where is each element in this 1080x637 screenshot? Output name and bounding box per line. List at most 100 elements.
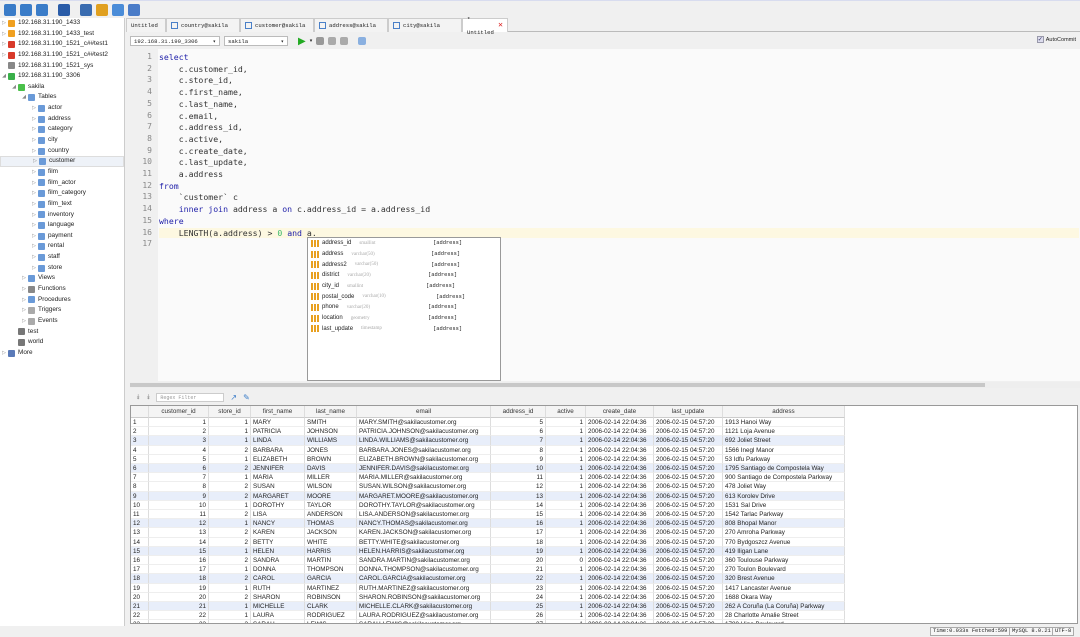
cell-active[interactable]: 1 (546, 537, 586, 547)
cell-last_name[interactable]: CLARK (305, 602, 357, 612)
cell-customer_id[interactable]: 8 (149, 482, 209, 492)
cell-first_name[interactable]: BARBARA (251, 445, 305, 455)
cell-email[interactable]: LISA.ANDERSON@sakilacustomer.org (357, 510, 491, 520)
cell-address[interactable]: 1531 Sal Drive (723, 500, 845, 510)
table-row[interactable]: 20 20 2 SHARON ROBINSON SHARON.ROBINSON@sakil… (131, 592, 845, 602)
expand-arrow-icon[interactable]: ▷ (30, 231, 38, 242)
cell-address_id[interactable]: 17 (491, 528, 546, 538)
cell-active[interactable]: 1 (546, 510, 586, 520)
cell-address_id[interactable]: 25 (491, 602, 546, 612)
filter-down-icon[interactable]: ⯯ (136, 394, 140, 402)
cell-customer_id[interactable]: 4 (149, 445, 209, 455)
cell-email[interactable]: HELEN.HARRIS@sakilacustomer.org (357, 546, 491, 556)
table-row[interactable]: 6 6 2 JENNIFER DAVIS JENNIFER.DAVIS@sakilacus… (131, 464, 845, 474)
cell-last_update[interactable]: 2006-02-15 04:57:20 (654, 565, 723, 575)
cell-active[interactable]: 1 (546, 592, 586, 602)
cell-last_update[interactable]: 2006-02-15 04:57:20 (654, 473, 723, 483)
autocomplete-item[interactable]: phone varchar(20) [address] (308, 302, 500, 313)
table-row[interactable]: 15 15 1 HELEN HARRIS HELEN.HARRIS@sakilacusto… (131, 546, 845, 556)
tree-node-192-168-31-190-3306[interactable]: ◢ 192.168.31.190_3306 (0, 71, 124, 82)
tree-node-192-168-31-190-1521-sys[interactable]: 192.168.31.190_1521_sys (0, 61, 124, 72)
cell-address[interactable]: 1795 Santiago de Compostela Way (723, 464, 845, 474)
expand-arrow-icon[interactable]: ▷ (30, 167, 38, 178)
cell-customer_id[interactable]: 11 (149, 510, 209, 520)
expand-arrow-icon[interactable]: ▷ (30, 241, 38, 252)
tree-node-sakila[interactable]: ◢ sakila (0, 82, 124, 93)
cell-create_date[interactable]: 2006-02-14 22:04:36 (586, 556, 654, 566)
cell-active[interactable]: 1 (546, 445, 586, 455)
tree-node-192-168-31-190-1433[interactable]: ▷ 192.168.31.190_1433 (0, 18, 124, 29)
cell-address[interactable]: 808 Bhopal Manor (723, 519, 845, 529)
cell-active[interactable]: 1 (546, 418, 586, 428)
cell-address[interactable]: 419 Iligan Lane (723, 546, 845, 556)
cell-last_name[interactable]: MARTINEZ (305, 583, 357, 593)
cell-create_date[interactable]: 2006-02-14 22:04:36 (586, 436, 654, 446)
cell-last_name[interactable]: SMITH (305, 418, 357, 428)
cell-store_id[interactable]: 2 (209, 510, 251, 520)
cell-address[interactable]: 770 Bydgoszcz Avenue (723, 537, 845, 547)
cell-last_name[interactable]: MOORE (305, 491, 357, 501)
cell-create_date[interactable]: 2006-02-14 22:04:36 (586, 445, 654, 455)
tree-node-procedures[interactable]: ▷ Procedures (0, 295, 124, 306)
autocomplete-item[interactable]: address2 varchar(50) [address] (308, 259, 500, 270)
cell-last_name[interactable]: MARTIN (305, 556, 357, 566)
cell-address_id[interactable]: 21 (491, 565, 546, 575)
cell-email[interactable]: JENNIFER.DAVIS@sakilacustomer.org (357, 464, 491, 474)
tree-node-category[interactable]: ▷ category (0, 124, 124, 135)
explain-icon[interactable] (328, 37, 337, 45)
expand-arrow-icon[interactable]: ▷ (30, 114, 38, 125)
cell-last_update[interactable]: 2006-02-15 04:57:20 (654, 574, 723, 584)
expand-arrow-icon[interactable]: ▷ (30, 252, 38, 263)
user-icon[interactable] (96, 3, 108, 16)
cell-store_id[interactable]: 2 (209, 556, 251, 566)
cell-email[interactable]: SARAH.LEWIS@sakilacustomer.org (357, 620, 491, 623)
cell-address_id[interactable]: 18 (491, 537, 546, 547)
cell-address_id[interactable]: 8 (491, 445, 546, 455)
cell-last_name[interactable]: JACKSON (305, 528, 357, 538)
save-icon[interactable] (58, 3, 70, 16)
expand-arrow-icon[interactable]: ◢ (0, 71, 8, 82)
cell-active[interactable]: 1 (546, 491, 586, 501)
tree-node-film[interactable]: ▷ film (0, 167, 124, 178)
expand-arrow-icon[interactable]: ▷ (30, 263, 38, 274)
cell-first_name[interactable]: NANCY (251, 519, 305, 529)
cell-last_update[interactable]: 2006-02-15 04:57:20 (654, 556, 723, 566)
cell-store_id[interactable]: 1 (209, 565, 251, 575)
expand-arrow-icon[interactable]: ▷ (0, 348, 8, 359)
cell-create_date[interactable]: 2006-02-14 22:04:36 (586, 464, 654, 474)
table-row[interactable]: 21 21 1 MICHELLE CLARK MICHELLE.CLARK@sakilac… (131, 602, 845, 612)
cell-first_name[interactable]: BETTY (251, 537, 305, 547)
cell-store_id[interactable]: 1 (209, 473, 251, 483)
cell-last_name[interactable]: ANDERSON (305, 510, 357, 520)
edit-icon[interactable]: ✎ (243, 393, 250, 402)
cell-address[interactable]: 1121 Loja Avenue (723, 427, 845, 437)
table-row[interactable]: 14 14 2 BETTY WHITE BETTY.WHITE@sakilacustome… (131, 537, 845, 547)
cell-first_name[interactable]: LAURA (251, 611, 305, 621)
cell-last_update[interactable]: 2006-02-15 04:57:20 (654, 510, 723, 520)
cell-first_name[interactable]: SANDRA (251, 556, 305, 566)
autocomplete-item[interactable]: location geometry [address] (308, 313, 500, 324)
cell-email[interactable]: SANDRA.MARTIN@sakilacustomer.org (357, 556, 491, 566)
cell-first_name[interactable]: DONNA (251, 565, 305, 575)
table-row[interactable]: 7 7 1 MARIA MILLER MARIA.MILLER@sakilacustome… (131, 473, 845, 483)
cell-first_name[interactable]: MICHELLE (251, 602, 305, 612)
tab-city-sakila[interactable]: city@sakila (388, 18, 462, 32)
expand-arrow-icon[interactable]: ▷ (31, 156, 39, 167)
run-dropdown-icon[interactable]: ▾ (310, 38, 313, 44)
cell-email[interactable]: BETTY.WHITE@sakilacustomer.org (357, 537, 491, 547)
expand-arrow-icon[interactable]: ▷ (0, 39, 8, 50)
cell-email[interactable]: KAREN.JACKSON@sakilacustomer.org (357, 528, 491, 538)
close-icon[interactable]: ✕ (498, 19, 503, 32)
cell-create_date[interactable]: 2006-02-14 22:04:36 (586, 510, 654, 520)
cell-store_id[interactable]: 1 (209, 436, 251, 446)
cell-first_name[interactable]: HELEN (251, 546, 305, 556)
cell-create_date[interactable]: 2006-02-14 22:04:36 (586, 592, 654, 602)
expand-arrow-icon[interactable]: ▷ (30, 103, 38, 114)
cell-last_name[interactable]: THOMAS (305, 519, 357, 529)
cell-address[interactable]: 53 Idfu Parkway (723, 454, 845, 464)
cell-create_date[interactable]: 2006-02-14 22:04:36 (586, 418, 654, 428)
cell-store_id[interactable]: 1 (209, 427, 251, 437)
tab-untitled[interactable]: Untitled (126, 18, 166, 32)
cell-last_name[interactable]: THOMPSON (305, 565, 357, 575)
tree-node-views[interactable]: ▷ Views (0, 273, 124, 284)
